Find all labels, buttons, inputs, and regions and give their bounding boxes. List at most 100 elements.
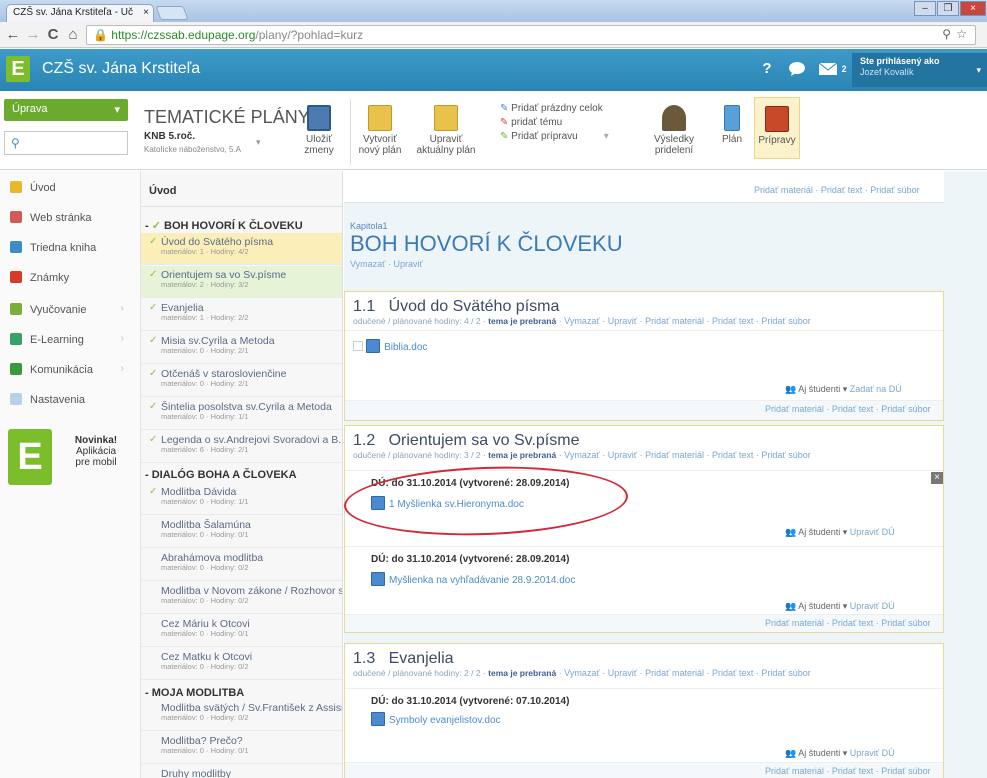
book-icon (10, 241, 22, 253)
home-icon[interactable]: ⌂ (64, 26, 82, 43)
sidebar-item-komunikacia[interactable]: Komunikácia › (10, 363, 138, 383)
subject-dropdown-icon[interactable]: ▾ (256, 137, 261, 148)
chapter-title: BOH HOVORÍ K ČLOVEKU (350, 231, 623, 256)
preparations-button[interactable]: Prípravy (754, 97, 800, 159)
edit-plan-button[interactable]: Upraviť aktuálny plán (414, 105, 478, 156)
plan-button[interactable]: Plán (716, 105, 748, 145)
topic-meta: materiálov: 6 · Hodiny: 2/1 (161, 445, 249, 454)
assign-homework-link[interactable]: Zadať na DÚ (850, 384, 902, 394)
outline-topic[interactable]: Modlitba v Novom zákone / Rozhovor s ...… (141, 582, 342, 614)
outline-topic[interactable]: Abrahámova modlitba materiálov: 0 · Hodin… (141, 549, 342, 581)
uprava-button[interactable]: Úprava ▾ (4, 99, 128, 121)
file-link[interactable]: Symboly evanjelistov.doc (371, 712, 501, 726)
sidebar-item-uvod[interactable]: Úvod (10, 181, 138, 201)
outline-topic[interactable]: ✓ Legenda o sv.Andrejovi Svoradovi a B...… (141, 431, 342, 463)
outline-group-title[interactable]: - ✓ BOH HOVORÍ K ČLOVEKU (145, 219, 303, 232)
check-icon: ✓ (149, 401, 158, 412)
back-icon[interactable]: ← (4, 26, 22, 43)
section-add-links[interactable]: Pridať materiál · Pridať text · Pridať s… (765, 766, 931, 776)
outline-group-title[interactable]: - MOJA MODLITBA (145, 687, 244, 699)
outline-topic[interactable]: Druhy modlitbymateriálov: 0 · Hodiny: 0/… (141, 765, 342, 778)
elearning-icon (10, 333, 22, 345)
outline-topic[interactable]: ✓ Šintelia posolstva sv.Cyrila a Metoda ma… (141, 398, 342, 430)
close-window-button[interactable]: × (960, 1, 986, 16)
students-toggle[interactable]: 👥 Aj študenti ▾ Zadať na DÚ (785, 384, 902, 395)
sidebar-item-nastavenia[interactable]: Nastavenia (10, 393, 138, 413)
check-icon: ✓ (149, 368, 158, 379)
reload-icon[interactable]: C (44, 26, 62, 43)
save-button[interactable]: Uložiť zmeny (294, 105, 344, 156)
outline-topic[interactable]: ✓ Otčenáš v staroslovienčine materiálov: 0… (141, 365, 342, 397)
top-add-links[interactable]: Pridať materiál · Pridať text · Pridať s… (754, 185, 920, 195)
outline-topic[interactable]: Cez Matku k Otcovi materiálov: 0 · Hodiny… (141, 648, 342, 680)
browser-tab[interactable]: CZŠ sv. Jána Krstiteľa - Uč × (6, 4, 154, 22)
outline-topic[interactable]: ✓ Misia sv.Cyrila a Metoda materiálov: 0 ·… (141, 332, 342, 364)
checkbox[interactable] (353, 341, 363, 351)
outline-topic[interactable]: ✓ Úvod do Svätého písma materiálov: 1 · Ho… (141, 233, 342, 265)
preparations-label: Prípravy (758, 135, 796, 146)
new-tab-button[interactable] (155, 6, 189, 20)
uprava-label: Úprava (12, 103, 48, 115)
outline-topic[interactable]: ✓ Orientujem sa vo Sv.písme materiálov: 2 … (141, 266, 342, 298)
outline-topic[interactable]: ✓ Modlitba Dávida materiálov: 0 · Hodiny: … (141, 483, 342, 515)
topic-meta: materiálov: 1 · Hodiny: 2/2 (161, 313, 249, 322)
section-add-links[interactable]: Pridať materiál · Pridať text · Pridať s… (765, 618, 931, 628)
topic-meta: materiálov: 0 · Hodiny: 0/2 (161, 563, 249, 572)
chevron-right-icon: › (120, 333, 124, 344)
bookmark-star-icon[interactable]: ☆ (956, 27, 967, 41)
search-icon[interactable]: ⚲ (942, 27, 951, 41)
address-bar[interactable]: 🔒 https://czssab.edupage.org/plany/?pohl… (86, 25, 976, 45)
sidebar-search-input[interactable]: ⚲ (4, 131, 128, 155)
check-icon: ✓ (149, 335, 158, 346)
outline-group-title[interactable]: - DIALÓG BOHA A ČLOVEKA (145, 469, 297, 481)
outline-topic[interactable]: Cez Máriu k Otcovi materiálov: 0 · Hodiny… (141, 615, 342, 647)
school-name[interactable]: CZŠ sv. Jána Krstiteľa (42, 60, 200, 78)
add-preparation-link[interactable]: ✎ Pridať prípravu ▾ (500, 131, 630, 142)
sidebar-item-vyucovanie[interactable]: Vyučovanie › (10, 303, 138, 323)
user-menu[interactable]: Ste prihlásený ako Jozef Kovalík ▾ (852, 53, 987, 87)
outline-intro[interactable]: Úvod (149, 185, 177, 197)
user-status: Ste prihlásený ako (860, 56, 940, 66)
add-topic-link[interactable]: ✎ pridať tému (500, 117, 630, 128)
file-link[interactable]: Myšlienka na vyhľadávanie 28.9.2014.doc (371, 572, 575, 586)
students-toggle[interactable]: 👥 Aj študenti ▾ Upraviť DÚ (785, 527, 895, 538)
sidebar-item-web[interactable]: Web stránka (10, 211, 138, 231)
chat-icon[interactable] (784, 57, 810, 81)
forward-icon[interactable]: → (24, 26, 42, 43)
outline-topic[interactable]: Modlitba? Prečo? materiálov: 0 · Hodiny: … (141, 732, 342, 764)
teaching-icon (10, 303, 22, 315)
file-link[interactable]: Biblia.doc (366, 339, 427, 353)
help-button[interactable]: ? (754, 57, 780, 81)
students-toggle[interactable]: 👥 Aj študenti ▾ Upraviť DÚ (785, 748, 895, 759)
edit-homework-link[interactable]: Upraviť DÚ (850, 527, 895, 537)
edit-homework-link[interactable]: Upraviť DÚ (850, 601, 895, 611)
outline-topic[interactable]: Modlitba svätých / Sv.František z Assisi… (141, 699, 342, 731)
sidebar-item-elearning[interactable]: E-Learning › (10, 333, 138, 353)
maximize-button[interactable]: ❐ (937, 1, 959, 16)
sidebar-item-triedna-kniha[interactable]: Triedna kniha (10, 241, 138, 261)
edit-homework-link[interactable]: Upraviť DÚ (850, 748, 895, 758)
tab-close-icon[interactable]: × (143, 7, 149, 18)
chevron-down-icon: ▾ (976, 65, 981, 75)
outline-topic[interactable]: Modlitba Šalamúna materiálov: 0 · Hodiny:… (141, 516, 342, 548)
students-toggle[interactable]: 👥 Aj študenti ▾ Upraviť DÚ (785, 601, 895, 612)
page-title: TEMATICKÉ PLÁNY (144, 107, 310, 127)
plan-subject[interactable]: KNB 5.roč. (144, 131, 195, 142)
outline-topic[interactable]: ✓ Evanjelia materiálov: 1 · Hodiny: 2/2 (141, 299, 342, 331)
mobile-app-promo[interactable]: E Novinka! Aplikácia pre mobil (8, 429, 136, 491)
sidebar-item-znamky[interactable]: Známky (10, 271, 138, 291)
star-icon (10, 181, 22, 193)
mail-icon[interactable]: 2 (816, 57, 850, 81)
chapter-actions[interactable]: Vymazať · Upraviť (350, 259, 423, 269)
check-icon: ✓ (149, 302, 158, 313)
section-add-links[interactable]: Pridať materiál · Pridať text · Pridať s… (765, 404, 931, 414)
new-plan-button[interactable]: Vytvoriť nový plán (354, 105, 406, 156)
new-plan-label-2: nový plán (358, 145, 402, 156)
topic-meta: materiálov: 0 · Hodiny: 2/1 (161, 346, 249, 355)
minimize-button[interactable]: – (914, 1, 936, 16)
check-icon: ✓ (149, 434, 158, 445)
add-empty-unit-link[interactable]: ✎ Pridať prázdny celok (500, 103, 630, 114)
edupage-logo[interactable]: E (6, 56, 30, 82)
toolbar: Úprava ▾ ⚲ TEMATICKÉ PLÁNY KNB 5.roč. Ka… (0, 91, 987, 170)
results-button[interactable]: Výsledky pridelení (646, 105, 702, 156)
